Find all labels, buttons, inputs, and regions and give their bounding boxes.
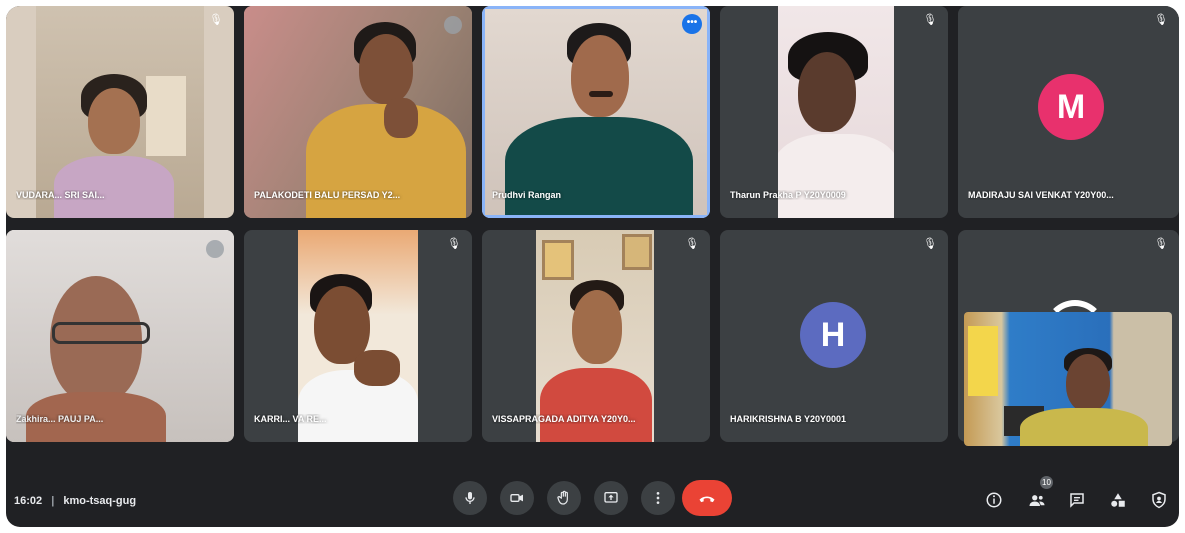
meeting-time: 16:02	[14, 495, 43, 507]
activities-button[interactable]	[1107, 489, 1129, 511]
activities-icon	[1111, 493, 1125, 507]
chat-button[interactable]	[1066, 489, 1088, 511]
participant-video	[536, 230, 654, 442]
mic-muted-icon: 🎙	[447, 238, 461, 250]
more-options-icon	[656, 492, 660, 504]
present-button[interactable]	[594, 481, 628, 515]
microphone-icon	[465, 492, 475, 504]
participant-tile[interactable]: PALAKODETI BALU PERSAD Y2...	[244, 6, 472, 218]
leave-call-button[interactable]	[682, 480, 732, 516]
host-controls-button[interactable]	[1148, 489, 1170, 511]
participant-video	[298, 230, 418, 442]
participant-avatar: H	[800, 302, 866, 368]
host-controls-icon	[1152, 491, 1166, 509]
participant-tile[interactable]: Zakhira... PAUJ PA...	[6, 230, 234, 442]
mic-muted-icon	[444, 16, 462, 34]
participant-name: Prudhvi Rangan	[492, 190, 562, 200]
people-count-badge: 10	[1040, 476, 1053, 489]
self-view[interactable]	[964, 312, 1172, 446]
meeting-details-button[interactable]	[983, 489, 1005, 511]
participant-video	[36, 6, 204, 218]
camera-button[interactable]	[500, 481, 534, 515]
meeting-code: kmo-tsaq-gug	[63, 495, 137, 507]
participant-name: HARIKRISHNA B Y20Y0001	[730, 414, 847, 424]
mic-muted-icon: 🎙	[1154, 238, 1168, 250]
mic-muted-icon: 🎙	[1154, 14, 1168, 26]
microphone-button[interactable]	[453, 481, 487, 515]
participant-tile[interactable]: M 🎙 MADIRAJU SAI VENKAT Y20Y00...	[958, 6, 1179, 218]
participant-tile-speaking[interactable]: ••• Prudhvi Rangan	[482, 6, 710, 218]
people-button[interactable]	[1026, 489, 1048, 511]
mic-muted-icon: 🎙	[685, 238, 699, 250]
mic-muted-icon: 🎙	[209, 14, 223, 26]
mic-muted-icon: 🎙	[923, 238, 937, 250]
people-icon	[1029, 495, 1045, 506]
meeting-details-icon	[986, 492, 1002, 508]
participant-tile[interactable]: 🎙 VUDARA... SRI SAI...	[6, 6, 234, 218]
camera-icon	[510, 494, 523, 502]
participant-name: MADIRAJU SAI VENKAT Y20Y00...	[968, 190, 1114, 200]
participant-name: VISSAPRAGADA ADITYA Y20Y0...	[492, 414, 636, 424]
participant-video	[6, 230, 234, 442]
hang-up-icon	[699, 496, 715, 503]
present-screen-icon	[604, 492, 618, 503]
mic-muted-icon	[206, 240, 224, 258]
participant-name: VUDARA... SRI SAI...	[16, 190, 105, 200]
participant-name: PALAKODETI BALU PERSAD Y2...	[254, 190, 401, 200]
participant-tile[interactable]: 🎙 VISSAPRAGADA ADITYA Y20Y0...	[482, 230, 710, 442]
participant-tile[interactable]: H 🎙 HARIKRISHNA B Y20Y0001	[720, 230, 948, 442]
participant-video	[244, 6, 472, 218]
participant-name: Zakhira... PAUJ PA...	[16, 414, 104, 424]
more-options-icon[interactable]: •••	[682, 14, 702, 34]
raise-hand-button[interactable]	[547, 481, 581, 515]
participant-video	[485, 9, 707, 215]
chat-icon	[1070, 493, 1084, 508]
participant-tile[interactable]: 🎙 KARRI... VA RE...	[244, 230, 472, 442]
separator: |	[51, 495, 55, 507]
participant-tile[interactable]: 🎙 Tharun Prakha P Y20Y0009	[720, 6, 948, 218]
participant-name: KARRI... VA RE...	[254, 414, 327, 424]
participant-avatar: M	[1038, 74, 1104, 140]
participant-name: Tharun Prakha P Y20Y0009	[730, 190, 846, 200]
meet-window: 🎙 VUDARA... SRI SAI... PALAKODETI BALU P…	[6, 6, 1179, 527]
raise-hand-icon	[557, 490, 568, 505]
participant-video	[778, 6, 894, 218]
mic-muted-icon: 🎙	[923, 14, 937, 26]
meeting-info: 16:02 | kmo-tsaq-gug	[14, 495, 136, 507]
more-options-button[interactable]	[641, 481, 675, 515]
